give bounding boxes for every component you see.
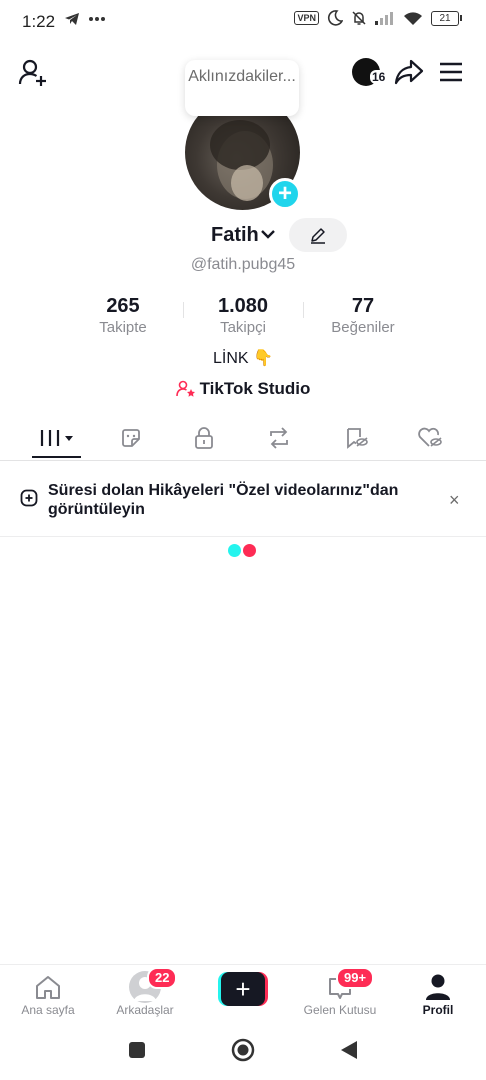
wifi-icon bbox=[404, 11, 422, 25]
more-dots-icon bbox=[89, 17, 105, 21]
repost-icon bbox=[270, 427, 288, 449]
status-icons-left bbox=[64, 12, 106, 26]
nav-profile-label: Profil bbox=[422, 1003, 454, 1017]
profile-name[interactable]: Fatih bbox=[211, 224, 259, 247]
nav-home[interactable]: Ana sayfa bbox=[0, 965, 96, 1025]
stat-followers[interactable]: 1.080 Takipçi bbox=[183, 294, 303, 338]
header-avatar-count: 16 bbox=[370, 70, 388, 84]
add-story-button[interactable]: + bbox=[269, 178, 301, 210]
profile-icon bbox=[426, 974, 450, 1000]
profile-handle: @fatih.pubg45 bbox=[190, 256, 296, 273]
note-bubble[interactable]: Aklınızdakiler... bbox=[185, 60, 299, 116]
bottom-nav: Ana sayfa 22 Arkadaşlar + 99+ Gelen Kutu… bbox=[0, 964, 486, 1025]
signal-icon bbox=[375, 12, 393, 25]
heart-hidden-icon bbox=[418, 427, 442, 447]
stat-followers-label: Takipçi bbox=[220, 319, 266, 336]
system-nav-bar bbox=[0, 1024, 486, 1080]
pencil-icon bbox=[311, 228, 325, 244]
tab-favorites[interactable] bbox=[326, 416, 386, 460]
home-system-icon[interactable] bbox=[231, 1038, 255, 1062]
telegram-icon bbox=[65, 13, 79, 25]
inbox-badge: 99+ bbox=[336, 967, 375, 989]
tiktok-studio-link[interactable]: TikTok Studio bbox=[0, 379, 486, 399]
vpn-icon: VPN bbox=[294, 11, 319, 25]
story-add-icon bbox=[20, 489, 38, 507]
nav-friends[interactable]: 22 Arkadaşlar bbox=[97, 965, 193, 1025]
loading-indicator bbox=[228, 544, 256, 557]
status-time: 1:22 bbox=[22, 12, 56, 31]
stat-followers-value: 1.080 bbox=[217, 295, 269, 317]
plus-icon: + bbox=[221, 972, 265, 1006]
bookmark-hidden-icon bbox=[347, 428, 368, 449]
tiktok-studio-label: TikTok Studio bbox=[199, 379, 311, 398]
bell-muted-icon bbox=[352, 11, 366, 25]
nav-inbox-label: Gelen Kutusu bbox=[303, 1003, 377, 1017]
friends-badge: 22 bbox=[147, 967, 178, 989]
nav-inbox[interactable]: 99+ Gelen Kutusu bbox=[292, 965, 388, 1025]
stat-following-value: 265 bbox=[106, 295, 140, 317]
content-tabs bbox=[0, 416, 486, 461]
tab-liked[interactable] bbox=[400, 416, 460, 460]
recent-apps-icon[interactable] bbox=[129, 1042, 145, 1058]
tab-private[interactable] bbox=[174, 416, 234, 460]
sticker-icon bbox=[122, 429, 140, 447]
profile-bio: LİNK 👇 bbox=[213, 350, 273, 367]
tab-reposts[interactable] bbox=[249, 416, 309, 460]
stat-following[interactable]: 265 Takipte bbox=[63, 294, 183, 338]
menu-icon[interactable] bbox=[438, 61, 464, 83]
tab-stickers[interactable] bbox=[101, 416, 161, 460]
lock-icon bbox=[195, 427, 213, 449]
share-icon[interactable] bbox=[394, 59, 424, 85]
chevron-down-icon[interactable] bbox=[260, 228, 276, 240]
stories-banner-text: Süresi dolan Hikâyeleri "Özel videoların… bbox=[48, 482, 399, 518]
edit-profile-button[interactable] bbox=[289, 218, 347, 252]
active-tab-indicator bbox=[32, 456, 81, 458]
back-icon[interactable] bbox=[340, 1040, 358, 1060]
close-icon[interactable]: × bbox=[449, 490, 460, 511]
home-icon bbox=[36, 976, 60, 999]
nav-friends-label: Arkadaşlar bbox=[116, 1003, 174, 1017]
loader-dot-cyan bbox=[228, 544, 241, 557]
header-avatar[interactable]: 16 bbox=[352, 58, 388, 86]
profile-stats: 265 Takipte 1.080 Takipçi 77 Beğeniler bbox=[0, 294, 486, 340]
stat-following-label: Takipte bbox=[99, 319, 147, 336]
stat-likes-value: 77 bbox=[351, 295, 375, 317]
status-icons-right: VPN 21 bbox=[294, 10, 462, 26]
add-friend-icon[interactable] bbox=[18, 58, 48, 88]
nav-profile[interactable]: Profil bbox=[390, 965, 486, 1025]
studio-person-star-icon bbox=[175, 380, 195, 397]
create-button[interactable]: + bbox=[218, 972, 268, 1006]
moon-icon bbox=[327, 10, 343, 26]
grid-icon bbox=[40, 430, 73, 446]
stat-likes-label: Beğeniler bbox=[331, 319, 395, 336]
header-actions: 16 bbox=[352, 58, 464, 86]
nav-home-label: Ana sayfa bbox=[21, 1003, 75, 1017]
battery-icon: 21 bbox=[431, 10, 462, 26]
stat-likes[interactable]: 77 Beğeniler bbox=[303, 294, 423, 338]
tab-videos[interactable] bbox=[27, 416, 87, 460]
loader-dot-red bbox=[243, 544, 256, 557]
